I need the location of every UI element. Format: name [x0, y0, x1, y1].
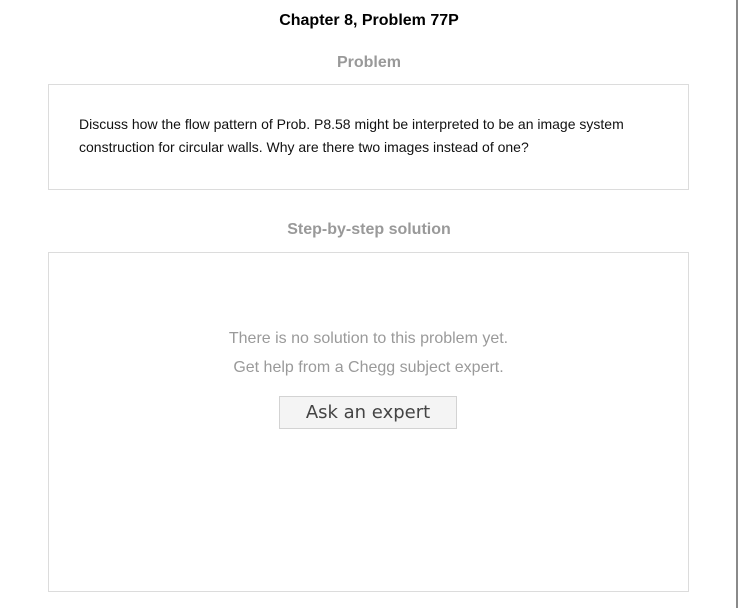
- solution-heading: Step-by-step solution: [287, 221, 451, 238]
- problem-box: Discuss how the flow pattern of Prob. P8…: [48, 84, 689, 190]
- ask-expert-button[interactable]: Ask an expert: [279, 396, 457, 429]
- problem-text: Discuss how the flow pattern of Prob. P8…: [79, 116, 624, 155]
- expert-help-message: Get help from a Chegg subject expert.: [233, 359, 504, 376]
- problem-heading: Problem: [336, 54, 401, 71]
- page-title: Chapter 8, Problem 77P: [279, 12, 459, 29]
- no-solution-message: There is no solution to this problem yet…: [228, 330, 509, 347]
- solution-box: There is no solution to this problem yet…: [48, 252, 689, 592]
